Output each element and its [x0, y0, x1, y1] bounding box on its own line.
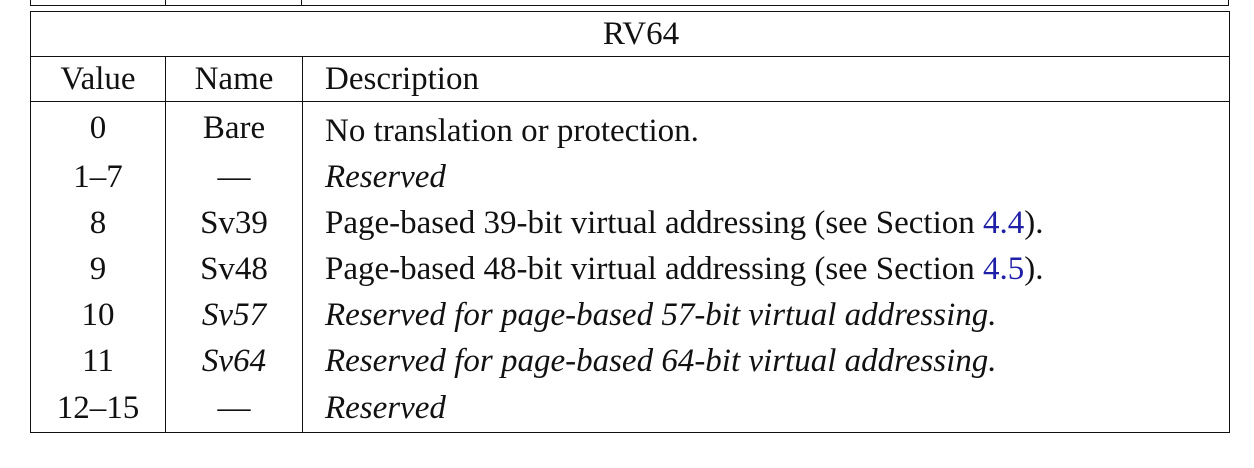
cell-description: Page-based 48-bit virtual addressing (se… [301, 246, 1231, 292]
cell-value: 8 [30, 200, 166, 246]
previous-table-bottom-edge [30, 0, 1229, 6]
cell-description: No translation or protection. [301, 101, 1231, 154]
cell-name: — [165, 154, 303, 200]
header-value: Value [30, 56, 166, 102]
table-row: 8 Sv39 Page-based 39-bit virtual address… [30, 200, 1231, 246]
previous-table-divider [301, 0, 302, 5]
section-link-4-4[interactable]: 4.4 [983, 205, 1024, 241]
cell-value: 1–7 [30, 154, 166, 200]
cell-name: Sv48 [165, 246, 303, 292]
table-row: 9 Sv48 Page-based 48-bit virtual address… [30, 246, 1231, 292]
header-name: Name [165, 56, 303, 102]
table-row: 12–15 — Reserved [30, 384, 1231, 433]
cell-name: Sv64 [165, 338, 303, 384]
description-text: Page-based 39-bit virtual addressing (se… [325, 204, 983, 241]
description-text: ). [1024, 204, 1044, 241]
cell-description: Page-based 39-bit virtual addressing (se… [301, 200, 1231, 246]
cell-name: Sv39 [165, 200, 303, 246]
header-description: Description [301, 56, 1231, 102]
cell-value: 0 [30, 101, 166, 154]
cell-name: — [165, 384, 303, 433]
table-row: 10 Sv57 Reserved for page-based 57-bit v… [30, 292, 1231, 338]
table-caption: RV64 [29, 11, 1231, 57]
cell-description: Reserved for page-based 64-bit virtual a… [301, 338, 1231, 384]
rv64-mode-table: RV64 Value Name Description 0 Bare No tr… [29, 11, 1231, 433]
cell-description: Reserved [301, 154, 1231, 200]
cell-description: Reserved [301, 384, 1231, 433]
cell-value: 9 [30, 246, 166, 292]
cell-description: Reserved for page-based 57-bit virtual a… [301, 292, 1231, 338]
table-row: 11 Sv64 Reserved for page-based 64-bit v… [30, 338, 1231, 384]
cell-value: 12–15 [30, 384, 166, 433]
table-caption-row: RV64 [29, 11, 1231, 57]
table-header-row: Value Name Description [30, 56, 1231, 102]
description-text: ). [1024, 250, 1044, 287]
section-link-4-5[interactable]: 4.5 [983, 251, 1024, 287]
previous-table-divider [165, 0, 166, 5]
description-text: Page-based 48-bit virtual addressing (se… [325, 250, 983, 287]
table-row: 1–7 — Reserved [30, 154, 1231, 200]
cell-value: 10 [30, 292, 166, 338]
cell-value: 11 [30, 338, 166, 384]
cell-name: Sv57 [165, 292, 303, 338]
cell-name: Bare [165, 101, 303, 154]
table-row: 0 Bare No translation or protection. [30, 101, 1231, 154]
